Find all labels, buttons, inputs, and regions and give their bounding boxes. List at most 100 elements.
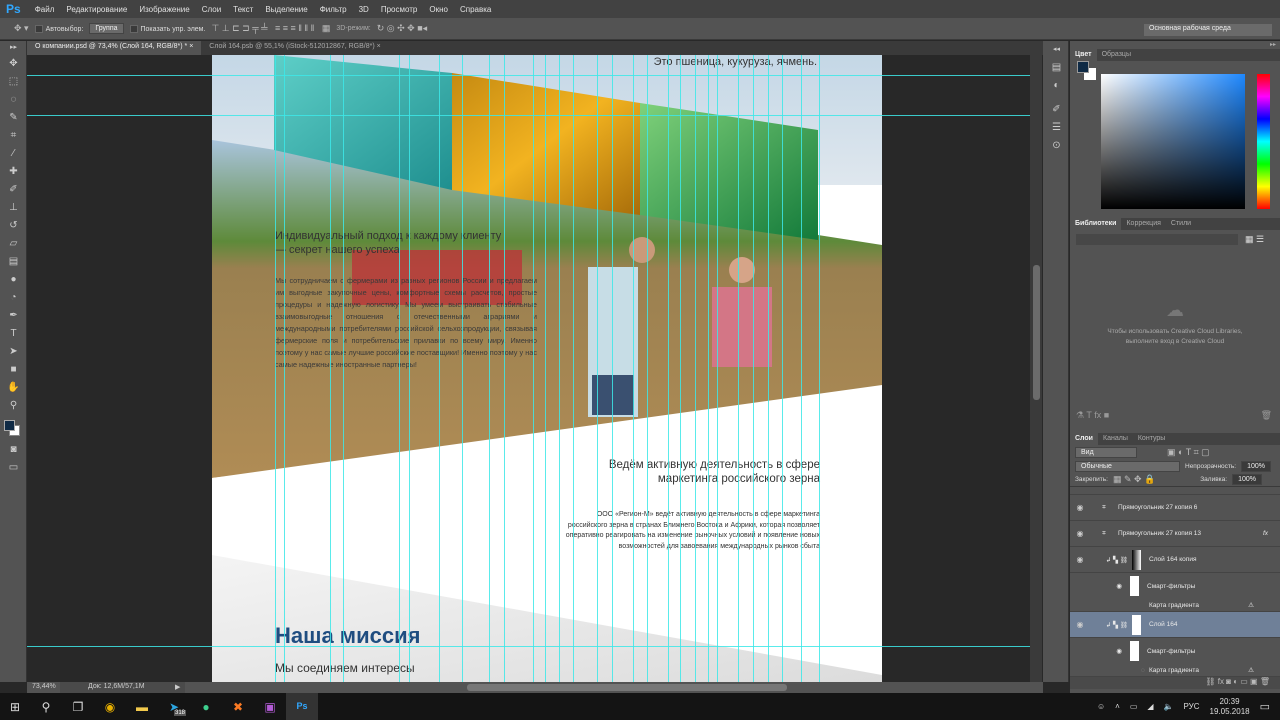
lasso-tool-icon[interactable]: ◌ <box>0 91 27 109</box>
gradient-map-filter[interactable]: ◌ Карта градиента ⚠ <box>1070 664 1280 677</box>
horizontal-scrollbar-thumb[interactable] <box>467 684 787 691</box>
clock[interactable]: 20:39 19.05.2018 <box>1210 697 1250 717</box>
vertical-guide[interactable] <box>284 55 285 682</box>
volume-icon[interactable]: 🔈 <box>1164 702 1174 711</box>
menu-select[interactable]: Выделение <box>259 5 313 14</box>
battery-icon[interactable]: ▭ <box>1130 702 1138 711</box>
move-tool-icon[interactable]: ✥ ▾ <box>14 23 29 34</box>
layers-footer-icons[interactable]: ⛓ fx ◙ ◐ ▭ ▣ 🗑 <box>1070 677 1280 689</box>
library-footer-icons[interactable]: ⚗ T fx ■ <box>1076 410 1109 421</box>
history-brush-icon[interactable]: ↺ <box>0 217 27 235</box>
vertical-guide[interactable] <box>559 55 560 682</box>
vertical-guide[interactable] <box>504 55 505 682</box>
file-explorer-icon[interactable]: ▬ <box>126 700 158 714</box>
vertical-guide[interactable] <box>462 55 463 682</box>
layer-item[interactable]: ◉ ⌗ Прямоугольник 27 копия 13 fx <box>1070 521 1280 547</box>
brush-panel-icon[interactable]: ✐ <box>1043 101 1070 119</box>
tab-adjustments[interactable]: Коррекция <box>1121 218 1165 230</box>
healing-tool-icon[interactable]: ✚ <box>0 163 27 181</box>
layer-item[interactable]: ◉ ↲ ▚ ⛓ Слой 164 копия <box>1070 547 1280 573</box>
vertical-guide[interactable] <box>533 55 534 682</box>
gradient-map-filter[interactable]: Карта градиента ⚠ <box>1070 599 1280 612</box>
vertical-guide[interactable] <box>768 55 769 682</box>
collapse-icon[interactable]: ◂◂ <box>1043 41 1070 59</box>
close-icon[interactable]: × <box>377 43 381 50</box>
tab-channels[interactable]: Каналы <box>1098 433 1133 445</box>
autoselect-group-select[interactable]: Группа <box>89 23 124 34</box>
vertical-guide[interactable] <box>647 55 648 682</box>
blur-tool-icon[interactable]: ● <box>0 271 27 289</box>
move-tool-icon[interactable]: ✥ <box>0 55 27 73</box>
chrome-icon[interactable]: ◉ <box>94 700 126 714</box>
vertical-guide[interactable] <box>330 55 331 682</box>
vertical-guide[interactable] <box>738 55 739 682</box>
tab-paths[interactable]: Контуры <box>1133 433 1170 445</box>
shape-tool-icon[interactable]: ■ <box>0 361 27 379</box>
visibility-eye-icon[interactable]: ◉ <box>1070 529 1090 538</box>
3d-tools-icons[interactable]: ↻ ◎ ✣ ✥ ■◂ <box>377 23 427 34</box>
vertical-scrollbar-thumb[interactable] <box>1033 265 1040 400</box>
vertical-guide[interactable] <box>573 55 574 682</box>
menu-text[interactable]: Текст <box>227 5 259 14</box>
smart-filters-item[interactable]: ◉ Смарт-фильтры <box>1070 638 1280 664</box>
vertical-guide[interactable] <box>343 55 344 682</box>
tab-layers[interactable]: Слои <box>1070 433 1098 445</box>
show-controls-checkbox[interactable]: Показать упр. элем. <box>129 24 205 33</box>
library-select[interactable] <box>1076 234 1238 245</box>
vertical-guide[interactable] <box>489 55 490 682</box>
windows-start-icon[interactable]: ⊞ <box>0 700 30 714</box>
grid-view-icon[interactable]: ▦ ☰ <box>1245 234 1264 245</box>
blend-mode-select[interactable]: Обычные <box>1075 460 1180 472</box>
task-view-icon[interactable]: ❐ <box>62 700 94 714</box>
tab-styles[interactable]: Стили <box>1166 218 1196 230</box>
vertical-guide[interactable] <box>275 55 276 682</box>
vertical-guide[interactable] <box>782 55 783 682</box>
path-select-tool-icon[interactable]: ➤ <box>0 343 27 361</box>
opacity-input[interactable]: 100% <box>1241 460 1271 472</box>
vertical-guide[interactable] <box>695 55 696 682</box>
visibility-eye-icon[interactable]: ◉ <box>1070 582 1122 590</box>
delete-icon[interactable]: 🗑 <box>1261 410 1272 421</box>
visibility-eye-icon[interactable]: ◉ <box>1070 647 1122 655</box>
show-hidden-icons[interactable]: ˄ <box>1115 702 1120 711</box>
workspace-select[interactable]: Основная рабочая среда <box>1144 24 1272 36</box>
layer-item-selected[interactable]: ◉ ↲ ▚ ⛓ Слой 164 <box>1070 612 1280 638</box>
menu-window[interactable]: Окно <box>423 5 454 14</box>
vertical-guide[interactable] <box>680 55 681 682</box>
color-swatches[interactable] <box>0 415 26 441</box>
people-icon[interactable]: ☺ <box>1097 702 1105 711</box>
telegram-icon[interactable]: ➤ 318 <box>158 700 190 716</box>
pen-tool-icon[interactable]: ✒ <box>0 307 27 325</box>
tab-sloi-164[interactable]: Слой 164.psb @ 55,1% (iStock-512012867, … <box>201 41 388 55</box>
tab-swatches[interactable]: Образцы <box>1097 49 1136 61</box>
properties-panel-icon[interactable]: ◐ <box>1043 77 1070 95</box>
app-icon[interactable]: ● <box>190 700 222 714</box>
horizontal-guide[interactable] <box>27 646 1030 647</box>
notifications-icon[interactable]: ▭ <box>1260 700 1270 713</box>
zoom-level[interactable]: 73,44% <box>32 683 56 690</box>
quick-select-tool-icon[interactable]: ✎ <box>0 109 27 127</box>
gradient-tool-icon[interactable]: ▤ <box>0 253 27 271</box>
tab-o-kompanii[interactable]: О компании.psd @ 73,4% (Слой 164, RGB/8*… <box>27 41 202 55</box>
color-field[interactable] <box>1101 74 1245 209</box>
visibility-eye-icon[interactable]: ◉ <box>1070 503 1090 512</box>
dodge-tool-icon[interactable]: ◔ <box>0 289 27 307</box>
status-menu-arrow-icon[interactable]: ▶ <box>175 683 180 691</box>
zoom-tool-icon[interactable]: ⚲ <box>0 397 27 415</box>
smart-filters-item[interactable]: ◉ Смарт-фильтры <box>1070 573 1280 599</box>
eyedropper-tool-icon[interactable]: ⁄ <box>0 145 27 163</box>
wifi-icon[interactable]: ◢ <box>1147 702 1153 711</box>
vertical-guide[interactable] <box>668 55 669 682</box>
tab-color[interactable]: Цвет <box>1070 49 1097 61</box>
vertical-guide[interactable] <box>801 55 802 682</box>
fx-icon[interactable]: fx <box>1263 530 1268 537</box>
vertical-guide[interactable] <box>439 55 440 682</box>
brush-presets-icon[interactable]: ☰ <box>1043 119 1070 137</box>
vertical-guide[interactable] <box>409 55 410 682</box>
phpstorm-icon[interactable]: ▣ <box>254 700 286 714</box>
photoshop-taskbar-icon[interactable]: Ps <box>286 693 318 720</box>
vertical-guide[interactable] <box>597 55 598 682</box>
foreground-color-swatch[interactable] <box>1077 61 1089 73</box>
collapse-icon[interactable]: ▸▸ <box>1070 41 1280 49</box>
vertical-guide[interactable] <box>612 55 613 682</box>
